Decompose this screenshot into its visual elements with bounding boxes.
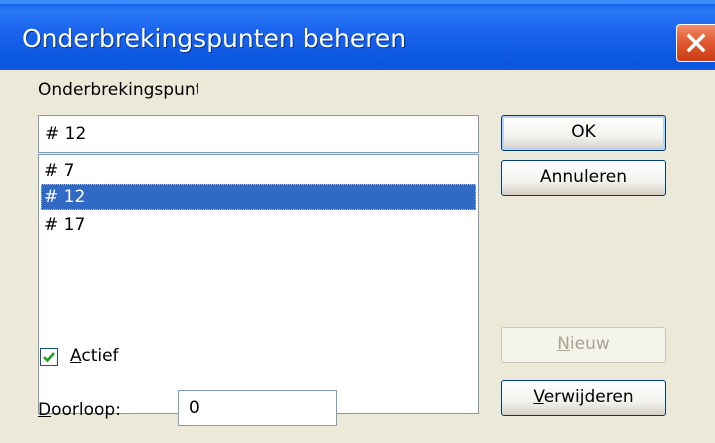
passcount-label-text: oorloop: [51, 400, 121, 420]
passcount-label: Doorloop: [38, 400, 121, 420]
new-button-label: ieuw [569, 334, 610, 354]
new-button-mnemonic: N [557, 334, 570, 354]
delete-button-mnemonic: V [533, 387, 544, 407]
title-bar-highlight [0, 0, 715, 4]
passcount-input[interactable]: 0 [178, 390, 337, 426]
window-title: Onderbrekingspunten beheren [22, 24, 407, 53]
list-item-breakpoint-7[interactable]: # 7 [41, 158, 476, 184]
active-checkbox-label[interactable]: Actief [70, 346, 119, 366]
list-item-breakpoint-17[interactable]: # 17 [41, 212, 476, 238]
ok-button[interactable]: OK [501, 115, 666, 151]
active-label-mnemonic: A [70, 346, 82, 366]
passcount-label-mnemonic: D [38, 400, 52, 420]
breakpoint-name-input[interactable]: # 12 [38, 115, 479, 153]
new-button[interactable]: Nieuw [501, 327, 666, 363]
active-checkbox[interactable] [40, 348, 58, 366]
close-button[interactable] [676, 24, 715, 62]
cancel-button[interactable]: Annuleren [501, 160, 666, 196]
delete-button-label: erwijderen [543, 387, 634, 407]
dialog-body: Onderbrekingspunten # 12 # 7 # 12 # 17 O… [0, 70, 715, 443]
breakpoints-listbox[interactable]: # 7 # 12 # 17 [38, 154, 479, 414]
delete-button[interactable]: Verwijderen [501, 380, 666, 416]
breakpoints-list-label: Onderbrekingspunten [38, 80, 198, 100]
list-item-breakpoint-12[interactable]: # 12 [41, 184, 476, 210]
active-label-text: ctief [81, 346, 119, 366]
